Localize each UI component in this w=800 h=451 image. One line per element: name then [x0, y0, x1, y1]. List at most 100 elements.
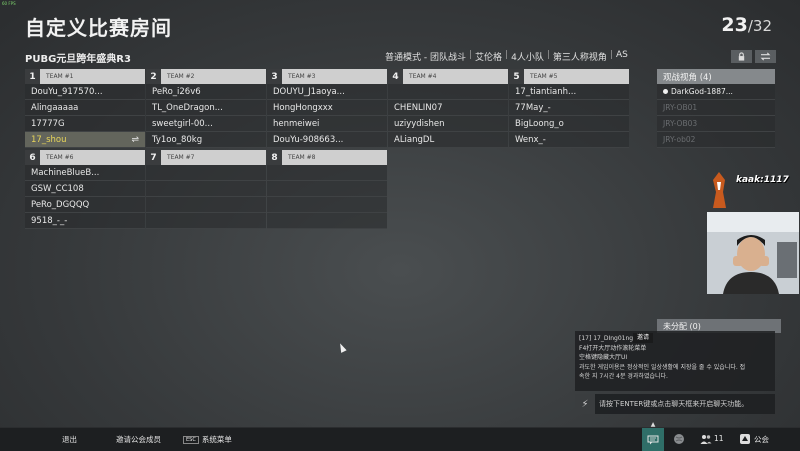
team-header[interactable]: 6 TEAM #6 — [25, 150, 145, 165]
streamer-logo-text: kaak:1117 — [736, 175, 789, 185]
swap-icon[interactable]: ⇌ — [131, 135, 139, 145]
chat-message: F4打开大厅动作滚轮菜单 — [579, 344, 647, 352]
player-slot[interactable] — [267, 165, 387, 181]
info-perspective: 第三人称视角 — [552, 53, 607, 63]
player-slot[interactable]: BigLoong_o — [509, 116, 629, 132]
team-card-5: 5 TEAM #5 17_tiantianh... 77May_- BigLoon… — [509, 69, 629, 148]
player-slot[interactable]: Alingaaaaa — [25, 100, 145, 116]
team-card-8: 8 TEAM #8 — [267, 150, 387, 229]
team-label: TEAM #7 — [167, 154, 195, 161]
player-slot[interactable] — [388, 84, 508, 100]
player-slot[interactable]: Wenx_- — [509, 132, 629, 148]
team-label: TEAM #3 — [288, 73, 316, 80]
team-card-3: 3 TEAM #3 DOUYU_J1aoya... HongHongxxx hen… — [267, 69, 387, 148]
player-slot[interactable]: MachineBlueB... — [25, 165, 145, 181]
team-header[interactable]: 1 TEAM #1 — [25, 69, 145, 84]
team-label: TEAM #4 — [409, 73, 437, 80]
team-number: 8 — [267, 150, 282, 165]
player-slot[interactable]: henmeiwei — [267, 116, 387, 132]
team-card-6: 6 TEAM #6 MachineBlueB... GSW_CC108 PeRo_… — [25, 150, 145, 229]
player-slot[interactable]: ALiangDL — [388, 132, 508, 148]
fps-counter: 60 FPS — [2, 1, 16, 6]
chat-message: 空格键隐藏大厅UI — [579, 354, 628, 361]
player-slot-self[interactable]: 17_shou ⇌ — [25, 132, 145, 148]
guild-button[interactable]: 公会 — [754, 434, 769, 445]
player-slot[interactable]: uziyydishen — [388, 116, 508, 132]
team-header[interactable]: 3 TEAM #3 — [267, 69, 387, 84]
info-region: AS — [615, 50, 628, 60]
team-number: 6 — [25, 150, 40, 165]
player-count: 23/32 — [721, 14, 772, 36]
spectator-header[interactable]: 观战视角 (4) — [657, 69, 775, 84]
team-header[interactable]: 4 TEAM #4 — [388, 69, 508, 84]
guild-icon[interactable] — [739, 433, 751, 445]
player-slot[interactable] — [267, 181, 387, 197]
team-card-2: 2 TEAM #2 PeRo_i26v6 TL_OneDragon... swee… — [146, 69, 266, 148]
team-card-7: 7 TEAM #7 — [146, 150, 266, 229]
team-header[interactable]: 8 TEAM #8 — [267, 150, 387, 165]
player-slot[interactable]: sweetgirl-00... — [146, 116, 266, 132]
player-slot[interactable] — [146, 197, 266, 213]
system-menu-label: 系统菜单 — [201, 435, 232, 444]
player-slot[interactable] — [267, 213, 387, 229]
player-slot[interactable] — [267, 197, 387, 213]
chat-input[interactable]: ⚡ 请按下ENTER键或点击聊天框来开启聊天功能。 — [575, 394, 775, 414]
team-header[interactable]: 7 TEAM #7 — [146, 150, 266, 165]
player-slot[interactable]: Ty1oo_80kg — [146, 132, 266, 148]
lightning-icon[interactable]: ⚡ — [575, 394, 595, 414]
exit-button[interactable]: 退出 — [62, 434, 77, 445]
spectator-name: DarkGod-1887... — [671, 87, 733, 96]
globe-icon[interactable] — [673, 433, 685, 445]
team-number: 4 — [388, 69, 403, 84]
player-slot[interactable]: DOUYU_J1aoya... — [267, 84, 387, 100]
team-card-1: 1 TEAM #1 DouYu_917570... Alingaaaaa 1777… — [25, 69, 145, 148]
team-header[interactable]: 2 TEAM #2 — [146, 69, 266, 84]
player-slot[interactable] — [146, 181, 266, 197]
team-header[interactable]: 5 TEAM #5 — [509, 69, 629, 84]
spectator-slot[interactable]: JRY-ob02 — [657, 132, 775, 148]
player-slot[interactable]: 9518_-_- — [25, 213, 145, 229]
invite-tag-button[interactable]: 邀请 — [633, 333, 654, 343]
team-number: 7 — [146, 150, 161, 165]
player-slot[interactable]: TL_OneDragon... — [146, 100, 266, 116]
team-label: TEAM #1 — [46, 73, 74, 80]
swap-icon — [760, 52, 771, 61]
player-slot[interactable] — [146, 213, 266, 229]
player-slot[interactable]: CHENLIN07 — [388, 100, 508, 116]
player-slot[interactable]: GSW_CC108 — [25, 181, 145, 197]
friends-count[interactable]: 11 — [714, 434, 724, 443]
spectator-slot[interactable]: DarkGod-1887... — [657, 84, 775, 100]
lock-button[interactable] — [731, 50, 752, 63]
page-title: 自定义比赛房间 — [25, 16, 172, 40]
chat-message: 과도한 게임이용은 정상적인 일상생활에 지장을 줄 수 있습니다. 접 — [579, 363, 746, 371]
player-slot[interactable] — [146, 165, 266, 181]
player-slot[interactable]: 77May_- — [509, 100, 629, 116]
webcam-image — [707, 212, 799, 294]
player-slot[interactable]: DouYu_917570... — [25, 84, 145, 100]
player-slot[interactable]: PeRo_i26v6 — [146, 84, 266, 100]
player-slot[interactable]: HongHongxxx — [267, 100, 387, 116]
chat-toggle-button[interactable]: ▲ — [642, 421, 664, 451]
room-info: 普通模式 - 团队战斗 | 艾伦格 | 4人小队 | 第三人称视角 | AS — [382, 50, 631, 63]
spectator-icon — [663, 89, 668, 94]
chat-icon — [647, 435, 659, 444]
chat-message: 속한 지 7시간 4분 경과하였습니다. — [579, 373, 668, 380]
webcam-overlay — [707, 212, 799, 294]
system-menu-button[interactable]: ESC 系统菜单 — [183, 434, 232, 445]
spectator-panel: 观战视角 (4) DarkGod-1887... JRY-OB01 JRY-OB… — [657, 69, 775, 148]
esc-key-icon: ESC — [183, 436, 199, 444]
player-slot[interactable]: PeRo_DGQQQ — [25, 197, 145, 213]
team-card-4: 4 TEAM #4 CHENLIN07 uziyydishen ALiangDL — [388, 69, 508, 148]
invite-guild-button[interactable]: 邀请公会成员 — [116, 434, 161, 445]
team-label: TEAM #6 — [46, 154, 74, 161]
room-name: PUBG元旦跨年盛典R3 — [25, 54, 131, 65]
player-slot[interactable]: 17_tiantianh... — [509, 84, 629, 100]
player-slot[interactable]: DouYu-908663... — [267, 132, 387, 148]
spectator-slot[interactable]: JRY-OB03 — [657, 116, 775, 132]
player-slot[interactable]: 17777G — [25, 116, 145, 132]
spectator-slot[interactable]: JRY-OB01 — [657, 100, 775, 116]
chat-placeholder: 请按下ENTER键或点击聊天框来开启聊天功能。 — [599, 400, 749, 408]
chevron-up-icon: ▲ — [650, 421, 656, 428]
swap-button[interactable] — [755, 50, 776, 63]
friends-icon[interactable] — [700, 433, 712, 445]
